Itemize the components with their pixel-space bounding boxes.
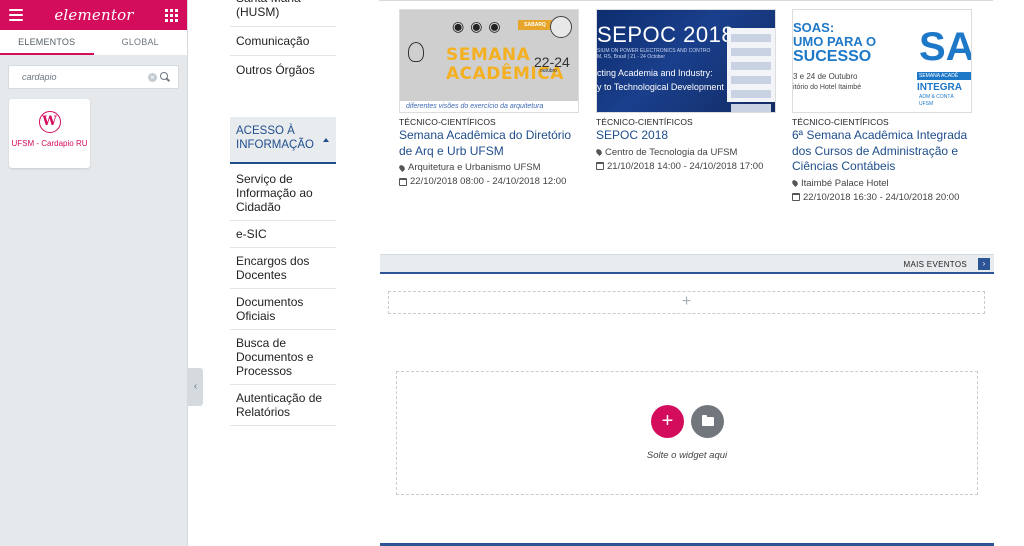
menu-item-busca-documentos[interactable]: Busca de Documentos e Processos <box>230 330 336 385</box>
event-title-link[interactable]: Semana Acadêmica do Diretório de Arq e U… <box>399 128 583 159</box>
calendar-icon <box>596 162 604 170</box>
event-card: SOAS: UMO PARA O SUCESSO 3 e 24 de Outub… <box>791 9 988 203</box>
thumb-line: INTEGRA <box>917 82 962 93</box>
thumb-badge: SABARQ <box>518 20 552 30</box>
widgets-grid-icon[interactable] <box>165 8 178 22</box>
wordpress-icon: W <box>38 111 61 133</box>
chevron-right-icon[interactable]: › <box>978 258 990 270</box>
thumb-line: UMO PARA O <box>793 34 877 49</box>
menu-item-esic[interactable]: e-SIC <box>230 221 336 248</box>
menu-section-title: ACESSO À INFORMAÇÃO <box>236 125 314 151</box>
event-thumbnail[interactable]: ◉◉◉ SABARQ SEMANA ACADÊMICA 22-24 outubro… <box>399 9 579 113</box>
tab-elements[interactable]: ELEMENTOS <box>0 30 94 55</box>
map-pin-icon <box>595 148 603 156</box>
seal-icon <box>550 16 572 38</box>
event-title-link[interactable]: SEPOC 2018 <box>596 128 780 144</box>
event-thumbnail[interactable]: SEPOC 2018 SIUM ON POWER ELECTRONICS AND… <box>596 9 776 113</box>
sa-logo: SA <box>919 25 972 69</box>
add-section-placeholder[interactable]: + <box>388 291 985 314</box>
menu-item-sic[interactable]: Serviço de Informação ao Cidadão <box>230 166 336 221</box>
add-new-section-button[interactable]: + <box>651 405 684 438</box>
thumb-month: outubro <box>540 68 557 74</box>
map-pin-icon <box>398 163 406 172</box>
widget-search: × <box>8 65 179 89</box>
event-place: Centro de Tecnologia da UFSM <box>595 147 780 158</box>
more-events-bar: MAIS EVENTOS › <box>380 254 994 274</box>
clear-search-icon[interactable]: × <box>148 72 157 82</box>
menu-item-documentos-oficiais[interactable]: Documentos Oficiais <box>230 289 336 330</box>
panel-header: elementor <box>0 0 187 30</box>
thumb-line: ADM & CONTÁ <box>919 94 954 100</box>
thumb-line: SOAS: <box>793 20 835 35</box>
side-menu: Santa Maria (HUSM) Comunicação Outros Ór… <box>230 0 336 84</box>
caret-up-icon <box>323 138 329 142</box>
thumb-heading: SUCESSO <box>793 48 872 65</box>
calendar-icon <box>792 193 800 201</box>
thumb-band: diferentes visões do exercício da arquit… <box>400 101 578 112</box>
more-events-link[interactable]: MAIS EVENTOS <box>904 260 967 269</box>
elementor-panel: elementor ELEMENTOS GLOBAL × W UFSM - Ca… <box>0 0 188 546</box>
event-title-link[interactable]: 6ª Semana Acadêmica Integrada dos Cursos… <box>792 128 988 175</box>
event-thumbnail[interactable]: SOAS: UMO PARA O SUCESSO 3 e 24 de Outub… <box>792 9 972 113</box>
widget-search-input[interactable] <box>22 72 148 82</box>
thumb-line: 3 e 24 de Outubro <box>793 72 858 81</box>
divider <box>379 0 993 1</box>
thumb-line: y to Technological Development <box>597 82 724 92</box>
event-category: TÉCNICO-CIENTÍFICOS <box>792 117 889 127</box>
event-card: SEPOC 2018 SIUM ON POWER ELECTRONICS AND… <box>595 9 780 172</box>
menu-item-autenticacao[interactable]: Autenticação de Relatórios <box>230 385 336 426</box>
menu-item-encargos[interactable]: Encargos dos Docentes <box>230 248 336 289</box>
thumb-line: SEMANA ACADÊ <box>917 72 971 80</box>
elementor-logo: elementor <box>54 6 134 24</box>
thumb-line: itório do Hotel Itaimbé <box>793 84 862 91</box>
panel-tabs: ELEMENTOS GLOBAL <box>0 30 187 55</box>
thumb-line: UFSM <box>919 101 934 107</box>
event-category: TÉCNICO-CIENTÍFICOS <box>596 117 693 127</box>
collapse-panel-button[interactable]: ‹ <box>188 368 203 406</box>
calendar-icon <box>399 177 407 186</box>
sponsor-logos <box>727 28 775 112</box>
thumb-subtitle: SIUM ON POWER ELECTRONICS AND CONTRO M, R… <box>597 48 711 60</box>
event-place: Itaimbé Palace Hotel <box>791 178 988 189</box>
sub-menu: Serviço de Informação ao Cidadão e-SIC E… <box>230 166 336 426</box>
folder-icon <box>702 415 714 426</box>
thumb-line: cting Academia and Industry: <box>597 68 713 78</box>
lightbulb-icon <box>408 42 424 62</box>
thumb-heading: SEPOC 2018 <box>597 22 735 47</box>
eyes-icon: ◉◉◉ <box>452 18 507 34</box>
event-date: 22/10/2018 08:00 - 24/10/2018 12:00 <box>399 176 583 187</box>
event-place: Arquitetura e Urbanismo UFSM <box>398 162 583 173</box>
menu-item-husm[interactable]: Santa Maria (HUSM) <box>230 0 336 27</box>
event-date: 21/10/2018 14:00 - 24/10/2018 17:00 <box>596 161 780 172</box>
widget-wordpress-cardapio[interactable]: W UFSM - Cardapio RU <box>9 99 90 168</box>
add-template-button[interactable] <box>691 405 724 438</box>
menu-item-outros-orgaos[interactable]: Outros Órgãos <box>230 56 336 84</box>
map-pin-icon <box>791 179 799 187</box>
widget-drop-zone[interactable]: + Solte o widget aqui <box>396 371 978 495</box>
event-card: ◉◉◉ SABARQ SEMANA ACADÊMICA 22-24 outubro… <box>398 9 583 187</box>
event-date: 22/10/2018 16:30 - 24/10/2018 20:00 <box>792 192 988 203</box>
menu-section-acesso-informacao[interactable]: ACESSO À INFORMAÇÃO <box>230 117 336 164</box>
search-icon <box>160 72 170 82</box>
hamburger-menu-icon[interactable] <box>9 9 23 21</box>
tab-global[interactable]: GLOBAL <box>94 30 188 55</box>
event-category: TÉCNICO-CIENTÍFICOS <box>399 117 496 127</box>
widget-label: UFSM - Cardapio RU <box>11 139 88 148</box>
menu-item-comunicacao[interactable]: Comunicação <box>230 27 336 56</box>
drop-widget-text: Solte o widget aqui <box>646 450 728 461</box>
